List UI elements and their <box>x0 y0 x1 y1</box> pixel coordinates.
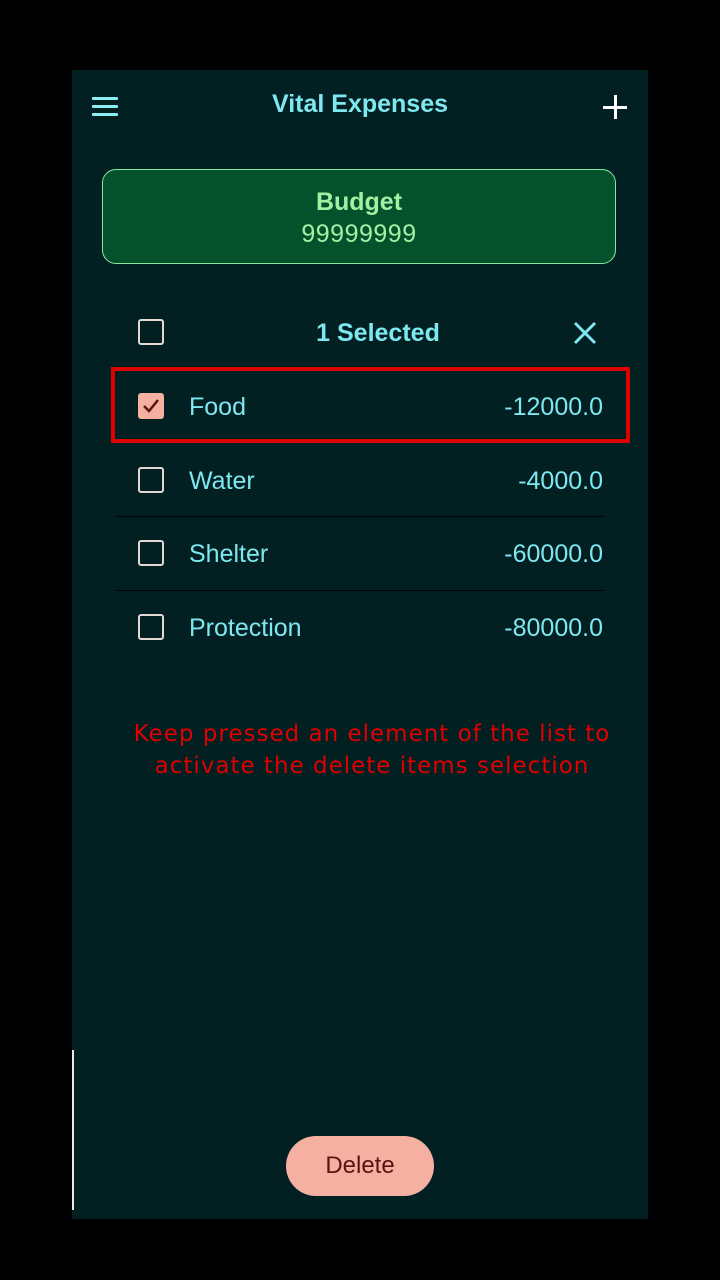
item-amount: -80000.0 <box>504 614 603 642</box>
item-amount: -12000.0 <box>504 393 603 421</box>
plus-icon[interactable] <box>600 94 630 124</box>
divider <box>117 590 603 591</box>
list-item[interactable]: Food -12000.0 <box>117 371 603 443</box>
budget-card: Budget 99999999 <box>102 169 616 264</box>
item-name: Protection <box>189 614 302 642</box>
delete-button[interactable]: Delete <box>286 1136 434 1196</box>
list-item[interactable]: Protection -80000.0 <box>117 592 603 664</box>
divider <box>117 516 603 517</box>
hint-line-2: activate the delete items selection <box>154 753 590 779</box>
item-name: Water <box>189 467 255 495</box>
item-name: Food <box>189 393 246 421</box>
item-amount: -4000.0 <box>518 467 603 495</box>
list-item[interactable]: Shelter -60000.0 <box>117 518 603 590</box>
budget-label: Budget <box>315 188 403 216</box>
hint-text: Keep pressed an element of the list to a… <box>132 718 612 782</box>
item-checkbox[interactable] <box>138 540 164 566</box>
item-amount: -60000.0 <box>504 540 603 568</box>
item-checkbox[interactable] <box>138 467 164 493</box>
list-item[interactable]: Water -4000.0 <box>117 445 603 517</box>
hint-line-1: Keep pressed an element of the list to <box>133 721 611 747</box>
item-name: Shelter <box>189 540 269 568</box>
screen-edge-line <box>72 1050 74 1210</box>
app-title: Vital Expenses <box>271 90 449 118</box>
item-checkbox[interactable] <box>138 614 164 640</box>
app-screen: Vital Expenses Budget 99999999 1 Selecte… <box>72 70 648 1219</box>
checkmark-icon <box>143 399 159 413</box>
item-checkbox[interactable] <box>138 393 164 419</box>
close-icon[interactable] <box>572 320 598 346</box>
budget-value: 99999999 <box>301 220 417 248</box>
